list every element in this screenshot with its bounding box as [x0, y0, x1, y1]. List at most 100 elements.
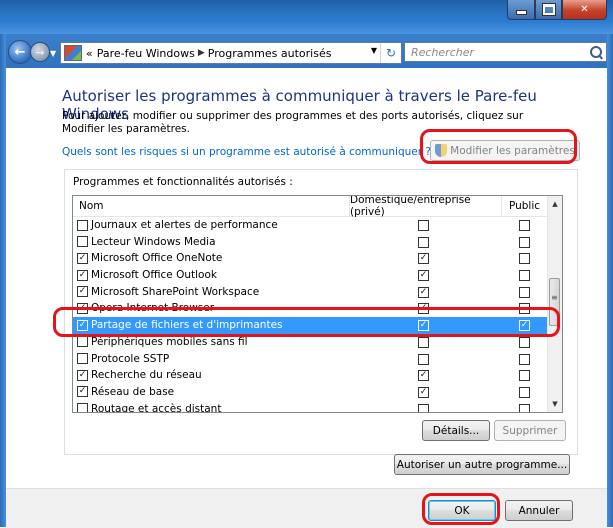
program-name-cell[interactable]: Lecteur Windows Media	[77, 234, 216, 250]
group-label: Programmes et fonctionnalités autorisés …	[73, 176, 293, 188]
remove-button[interactable]: Supprimer	[494, 420, 566, 441]
back-arrow-icon: ←	[14, 44, 26, 60]
table-row[interactable]: Lecteur Windows Media	[73, 234, 548, 251]
vertical-scrollbar[interactable]: ▲ ▼	[547, 196, 562, 412]
public-network-checkbox[interactable]	[519, 286, 530, 298]
public-network-checkbox[interactable]	[519, 403, 530, 412]
search-icon[interactable]	[590, 46, 602, 58]
program-enabled-checkbox[interactable]: ✓	[77, 369, 88, 381]
column-header-public[interactable]: Public	[501, 196, 549, 216]
public-network-checkbox[interactable]	[519, 386, 530, 398]
program-enabled-checkbox[interactable]	[77, 236, 88, 248]
maximize-button[interactable]	[535, 0, 562, 20]
private-network-checkbox[interactable]: ✓	[418, 253, 429, 265]
public-network-checkbox[interactable]	[519, 220, 530, 231]
breadcrumb-firewall[interactable]: Pare-feu Windows	[97, 47, 195, 60]
control-panel-icon	[64, 45, 82, 61]
program-enabled-checkbox[interactable]: ✓	[77, 269, 88, 281]
program-enabled-checkbox[interactable]	[77, 219, 88, 231]
back-button[interactable]: ←	[8, 40, 32, 64]
allow-another-program-button[interactable]: Autoriser un autre programme...	[394, 454, 570, 475]
column-header-name[interactable]: Nom	[73, 196, 350, 216]
program-name: Lecteur Windows Media	[91, 235, 216, 248]
scroll-down-icon[interactable]: ▼	[548, 396, 562, 412]
dialog-footer: OK Annuler	[6, 488, 607, 528]
table-row[interactable]: ✓ Microsoft SharePoint Workspace ✓	[73, 284, 548, 301]
risks-link[interactable]: Quels sont les risques si un programme e…	[62, 146, 431, 158]
breadcrumb-allowed-programs[interactable]: Programmes autorisés	[208, 47, 332, 60]
search-placeholder: Rechercher	[411, 45, 475, 59]
table-row[interactable]: ✓ Microsoft Office OneNote ✓	[73, 250, 548, 267]
private-network-checkbox[interactable]: ✓	[418, 386, 429, 398]
table-row[interactable]: ✓ Réseau de base ✓	[73, 384, 548, 401]
forward-button[interactable]: →	[30, 42, 50, 62]
program-name: Journaux et alertes de performance	[91, 219, 278, 231]
table-row[interactable]: Protocole SSTP	[73, 351, 548, 368]
programs-list[interactable]: Nom Domestique/entreprise (privé) Public…	[72, 195, 563, 413]
table-row[interactable]: Routage et accès distant	[73, 401, 548, 413]
table-row[interactable]: ✓ Microsoft Office Outlook ✓	[73, 267, 548, 284]
table-row[interactable]: Journaux et alertes de performance	[73, 217, 548, 234]
program-enabled-checkbox[interactable]: ✓	[77, 286, 88, 298]
program-name-cell[interactable]: Journaux et alertes de performance	[77, 217, 278, 233]
search-input[interactable]: Rechercher	[404, 42, 607, 62]
minimize-icon	[515, 10, 527, 15]
program-name: Réseau de base	[91, 385, 175, 398]
program-name-cell[interactable]: ✓ Réseau de base	[77, 384, 174, 400]
refresh-button[interactable]: ↻	[380, 43, 401, 63]
program-name: Périphériques mobiles sans fil	[91, 335, 248, 348]
private-network-checkbox[interactable]: ✓	[418, 286, 429, 298]
program-enabled-checkbox[interactable]: ✓	[77, 386, 88, 398]
program-name: Recherche du réseau	[91, 369, 202, 382]
program-name: Microsoft Office Outlook	[91, 269, 217, 282]
recent-pages-dropdown-icon[interactable]: ▼	[50, 49, 56, 58]
program-name-cell[interactable]: ✓ Recherche du réseau	[77, 367, 202, 383]
highlight-ok-button	[422, 493, 500, 525]
public-network-checkbox[interactable]	[519, 336, 530, 348]
title-bar: ✕	[0, 0, 613, 34]
navigation-bar: ← → ▼ « Pare-feu Windows ▶ Programmes au…	[0, 34, 613, 68]
public-network-checkbox[interactable]	[519, 253, 530, 265]
public-network-checkbox[interactable]	[519, 353, 530, 365]
private-network-checkbox[interactable]: ✓	[418, 370, 429, 382]
program-enabled-checkbox[interactable]	[77, 353, 88, 364]
forward-arrow-icon: →	[35, 45, 45, 59]
program-name: Routage et accès distant	[91, 402, 222, 413]
scroll-up-icon[interactable]: ▲	[548, 196, 562, 212]
maximize-icon	[541, 3, 556, 16]
private-network-checkbox[interactable]	[418, 353, 429, 365]
program-enabled-checkbox[interactable]	[77, 403, 88, 412]
program-name-cell[interactable]: ✓ Microsoft Office Outlook	[77, 267, 217, 283]
program-name-cell[interactable]: Routage et accès distant	[77, 401, 222, 413]
address-bar[interactable]: « Pare-feu Windows ▶ Programmes autorisé…	[60, 42, 402, 64]
list-header: Nom Domestique/entreprise (privé) Public	[73, 196, 549, 218]
column-header-private[interactable]: Domestique/entreprise (privé)	[350, 196, 502, 218]
table-row[interactable]: ✓ Recherche du réseau ✓	[73, 367, 548, 384]
private-network-checkbox[interactable]: ✓	[418, 270, 429, 282]
program-name-cell[interactable]: ✓ Microsoft Office OneNote	[77, 250, 222, 266]
private-network-checkbox[interactable]	[418, 220, 429, 231]
breadcrumb-separator-icon[interactable]: ▶	[198, 48, 205, 58]
highlight-file-sharing-row	[53, 307, 560, 337]
program-name-cell[interactable]: Protocole SSTP	[77, 351, 169, 367]
public-network-checkbox[interactable]	[519, 236, 530, 248]
window-controls: ✕	[507, 0, 607, 20]
breadcrumb-prefix[interactable]: «	[86, 47, 93, 60]
private-network-checkbox[interactable]	[418, 236, 429, 248]
program-enabled-checkbox[interactable]: ✓	[77, 252, 88, 264]
program-name: Microsoft Office OneNote	[91, 252, 223, 265]
highlight-modify-settings	[420, 129, 577, 164]
details-button[interactable]: Détails...	[422, 420, 490, 441]
private-network-checkbox[interactable]	[418, 403, 429, 412]
address-dropdown-icon[interactable]: ▼	[371, 46, 377, 55]
program-name: Protocole SSTP	[91, 352, 170, 365]
minimize-button[interactable]	[507, 0, 535, 20]
program-name-cell[interactable]: ✓ Microsoft SharePoint Workspace	[77, 284, 259, 300]
public-network-checkbox[interactable]	[519, 270, 530, 282]
private-network-checkbox[interactable]	[418, 336, 429, 348]
close-button[interactable]: ✕	[562, 0, 607, 20]
program-enabled-checkbox[interactable]	[77, 336, 88, 348]
close-icon: ✕	[580, 4, 589, 15]
public-network-checkbox[interactable]	[519, 370, 530, 382]
cancel-button[interactable]: Annuler	[505, 500, 573, 521]
